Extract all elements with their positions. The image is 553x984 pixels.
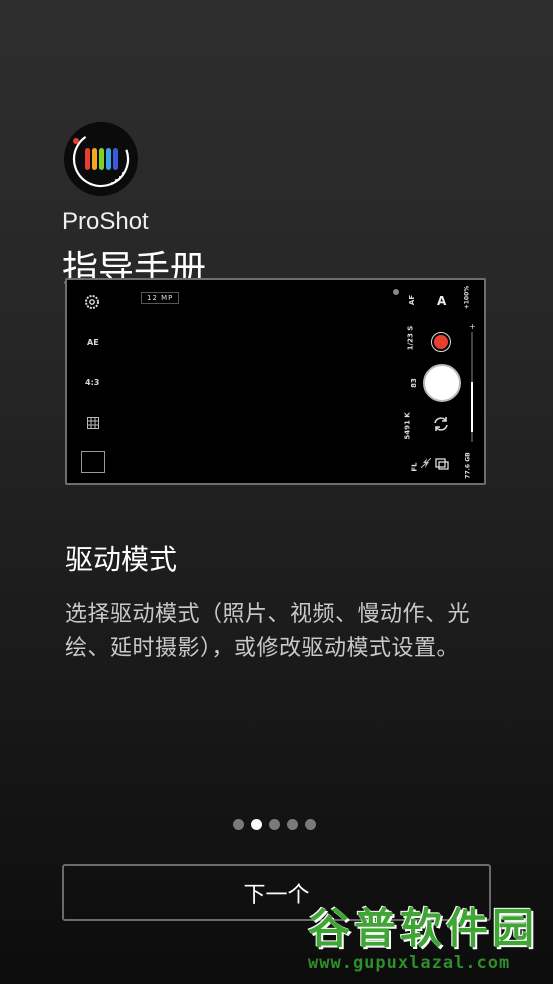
af-label: AF [408, 294, 417, 306]
shutter-button [423, 364, 461, 402]
page-dot[interactable] [269, 819, 280, 830]
ae-label: AE [87, 338, 99, 347]
watermark: 谷普软件园 www.gupuxlazal.com [300, 893, 553, 984]
page-dot[interactable] [233, 819, 244, 830]
white-balance-label: 5491 K [403, 412, 412, 440]
watermark-text: 谷普软件园 [308, 904, 539, 953]
record-button [431, 332, 451, 352]
settings-gear-icon [84, 294, 100, 312]
page-dot[interactable] [287, 819, 298, 830]
watermark-url: www.gupuxlazal.com [308, 953, 511, 973]
megapixel-chip: 12 MP [141, 292, 180, 304]
section-title: 驱动模式 [65, 543, 178, 576]
grid-icon [87, 417, 99, 431]
mode-label: A [437, 294, 447, 308]
focal-label: FL [410, 462, 419, 472]
ev-plus-icon: + [469, 322, 476, 331]
camera-preview-illustration: AE 4:3 12 MP AF 1/23 S 83 5491 K FL A +1… [65, 278, 486, 485]
shutter-speed-label: 1/23 S [406, 325, 415, 351]
aspect-ratio-label: 4:3 [85, 378, 100, 387]
proshot-logo [64, 122, 138, 196]
app-name: ProShot [62, 208, 149, 235]
section-description: 选择驱动模式（照片、视频、慢动作、光绘、延时摄影），或修改驱动模式设置。 [65, 602, 471, 661]
flash-off-icon [420, 457, 432, 470]
lens-switch-icon [435, 456, 449, 472]
page-dot[interactable] [305, 819, 316, 830]
switch-camera-icon [432, 415, 450, 435]
exposure-slider-fill [471, 382, 473, 432]
page-dot-active[interactable] [251, 819, 262, 830]
storage-label: 77.6 GB [464, 452, 472, 479]
iso-label: 83 [409, 378, 418, 388]
gallery-thumbnail [81, 451, 105, 473]
page-indicator [233, 819, 316, 830]
zoom-top-label: +100% [463, 285, 471, 310]
status-dot [393, 289, 399, 295]
